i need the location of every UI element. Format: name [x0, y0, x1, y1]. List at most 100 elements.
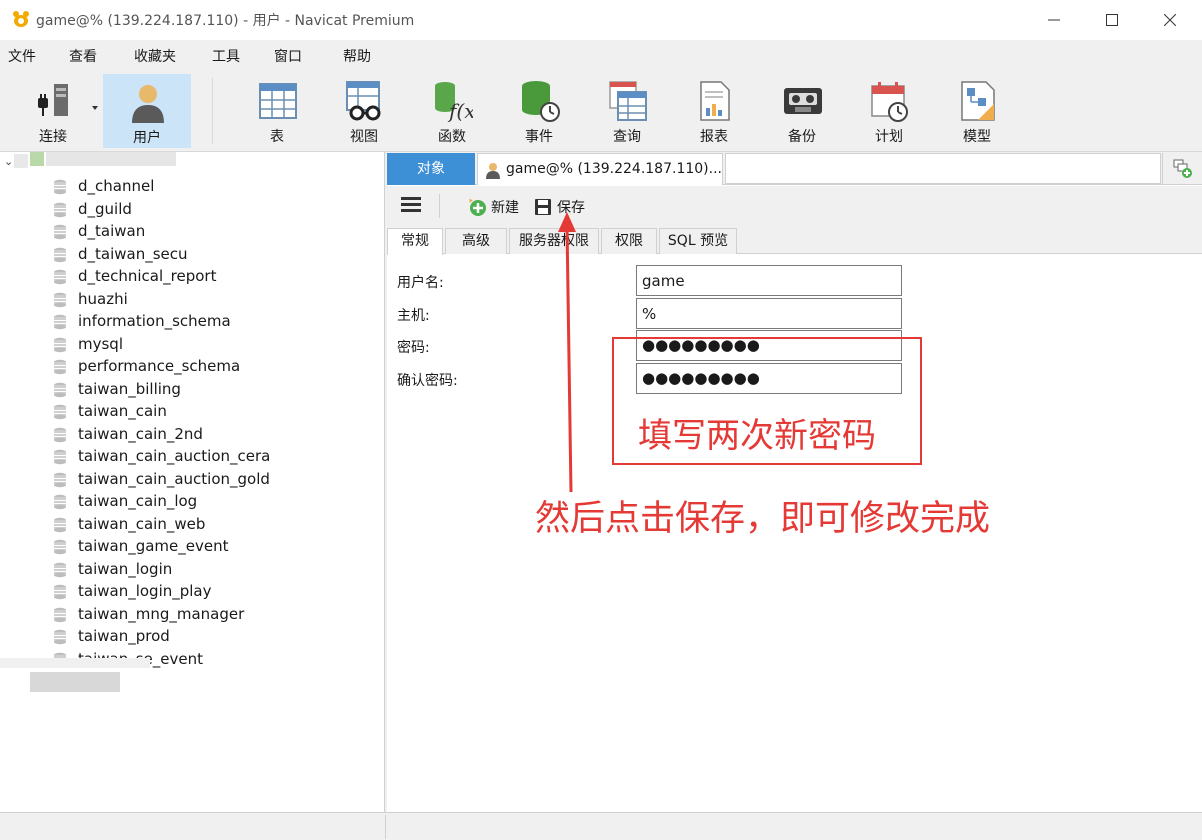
tab-user-document[interactable]: game@% (139.224.187.110)...: [477, 153, 723, 185]
annotation-text-save: 然后点击保存，即可修改完成: [535, 499, 991, 539]
toolbar-model-label: 模型: [963, 129, 991, 145]
toolbar-separator: [439, 194, 440, 218]
database-icon: [54, 292, 66, 307]
document-tabstrip: 对象 game@% (139.224.187.110)...: [387, 152, 1202, 185]
database-icon: [54, 607, 66, 622]
database-label: d_taiwan_secu: [78, 244, 188, 263]
menu-favorites[interactable]: 收藏夹: [134, 46, 176, 66]
toolbar-backup-button[interactable]: 备份: [765, 74, 839, 148]
maximize-button[interactable]: [1084, 0, 1140, 40]
database-item[interactable]: taiwan_game_event: [50, 536, 370, 558]
database-item[interactable]: taiwan_mng_manager: [50, 604, 370, 626]
database-item[interactable]: taiwan_login: [50, 559, 370, 581]
database-item[interactable]: d_technical_report: [50, 266, 370, 288]
tab-privileges[interactable]: 权限: [601, 228, 657, 254]
toolbar-model-button[interactable]: 模型: [940, 74, 1014, 148]
database-label: information_schema: [78, 312, 231, 330]
new-button[interactable]: 新建: [467, 196, 527, 218]
username-field[interactable]: [636, 265, 902, 296]
user-subtabs: 常规 高级 服务器权限 权限 SQL 预览: [387, 226, 1202, 255]
database-item[interactable]: d_guild: [50, 199, 370, 221]
tab-server-privileges[interactable]: 服务器权限: [509, 228, 599, 254]
toolbar-user-button[interactable]: 用户: [103, 74, 191, 148]
redacted-block: [46, 152, 176, 166]
database-item[interactable]: taiwan_cain_web: [50, 514, 370, 536]
minimize-button[interactable]: [1026, 0, 1082, 40]
database-item[interactable]: taiwan_cain_auction_cera: [50, 446, 370, 468]
database-item[interactable]: taiwan_login_play: [50, 581, 370, 603]
save-button[interactable]: 保存: [533, 196, 593, 218]
connection-node[interactable]: ⌄: [0, 152, 384, 172]
host-field[interactable]: [636, 298, 902, 329]
database-item[interactable]: d_channel: [50, 176, 370, 198]
database-icon: [54, 382, 66, 397]
database-item[interactable]: mysql: [50, 334, 370, 356]
close-button[interactable]: [1142, 0, 1198, 40]
database-item[interactable]: d_taiwan_secu: [50, 244, 370, 266]
database-item[interactable]: performance_schema: [50, 356, 370, 378]
toolbar-table-button[interactable]: 表: [240, 74, 314, 148]
user-icon: [132, 85, 164, 123]
database-item[interactable]: huazhi: [50, 289, 370, 311]
database-icon: [54, 269, 66, 285]
save-label: 保存: [557, 200, 585, 216]
menu-bar: 文件 查看 收藏夹 工具 窗口 帮助: [0, 40, 1202, 70]
toolbar-function-label: 函数: [438, 129, 466, 145]
database-icon: [54, 539, 66, 555]
toolbar-view-button[interactable]: 视图: [327, 74, 401, 148]
database-item[interactable]: taiwan_cain_auction_gold: [50, 469, 370, 491]
main-toolbar: 连接 用户 表 视图 f(函数 事件 查询 报表 备份 计划 模型: [0, 70, 1202, 152]
navicat-logo-icon: [13, 11, 29, 27]
database-item[interactable]: taiwan_cain: [50, 401, 370, 423]
editor-toolbar: 新建 保存: [387, 186, 1202, 226]
maximize-icon: [1106, 14, 1118, 26]
database-label: taiwan_cain_auction_gold: [78, 469, 270, 488]
toolbar-report-button[interactable]: 报表: [677, 74, 751, 148]
tab-user-document-label: game@% (139.224.187.110)...: [506, 161, 722, 177]
menu-tools[interactable]: 工具: [212, 46, 240, 66]
tab-general[interactable]: 常规: [387, 228, 443, 255]
database-icon: [54, 202, 66, 217]
database-item[interactable]: taiwan_cain_log: [50, 491, 370, 513]
toolbar-schedule-button[interactable]: 计划: [852, 74, 926, 148]
toolbar-query-button[interactable]: 查询: [590, 74, 664, 148]
database-icon: [54, 247, 66, 262]
menu-window[interactable]: 窗口: [274, 46, 302, 66]
table-icon: [259, 83, 297, 119]
toolbar-connection-button[interactable]: 连接: [16, 74, 90, 148]
redacted-block: [14, 154, 28, 168]
menu-view[interactable]: 查看: [69, 46, 97, 66]
close-icon: [1164, 14, 1176, 26]
tab-advanced[interactable]: 高级: [445, 228, 507, 254]
database-label: d_technical_report: [78, 267, 217, 285]
status-bar: [0, 812, 1202, 840]
tab-objects[interactable]: 对象: [387, 153, 475, 185]
toolbar-event-button[interactable]: 事件: [502, 74, 576, 148]
new-window-button[interactable]: [1162, 153, 1202, 184]
menu-help[interactable]: 帮助: [343, 46, 371, 66]
database-item[interactable]: taiwan_billing: [50, 379, 370, 401]
toolbar-event-label: 事件: [525, 129, 553, 145]
database-icon: [54, 337, 66, 352]
database-label: d_guild: [78, 199, 132, 218]
menu-file[interactable]: 文件: [8, 46, 36, 66]
database-item[interactable]: d_taiwan: [50, 221, 370, 243]
database-icon: [54, 359, 66, 375]
database-label: taiwan_cain_auction_cera: [78, 447, 271, 465]
tab-sql-preview[interactable]: SQL 预览: [659, 228, 737, 254]
username-label: 用户名:: [397, 275, 444, 291]
database-item[interactable]: taiwan_prod: [50, 626, 370, 648]
toolbar-backup-label: 备份: [788, 129, 816, 145]
database-label: taiwan_game_event: [78, 537, 229, 555]
chevron-down-icon[interactable]: [92, 106, 98, 110]
toolbar-function-button[interactable]: f(x) 函数: [415, 74, 489, 148]
chevron-down-icon[interactable]: ⌄: [4, 155, 13, 168]
database-label: taiwan_cain_log: [78, 492, 198, 510]
toolbar-user-label: 用户: [133, 130, 161, 146]
database-item[interactable]: information_schema: [50, 311, 370, 333]
schedule-icon: [871, 82, 908, 122]
database-label: taiwan_login: [78, 559, 173, 578]
toolbar-view-label: 视图: [350, 129, 378, 145]
database-item[interactable]: taiwan_cain_2nd: [50, 424, 370, 446]
menu-icon[interactable]: [401, 197, 421, 213]
